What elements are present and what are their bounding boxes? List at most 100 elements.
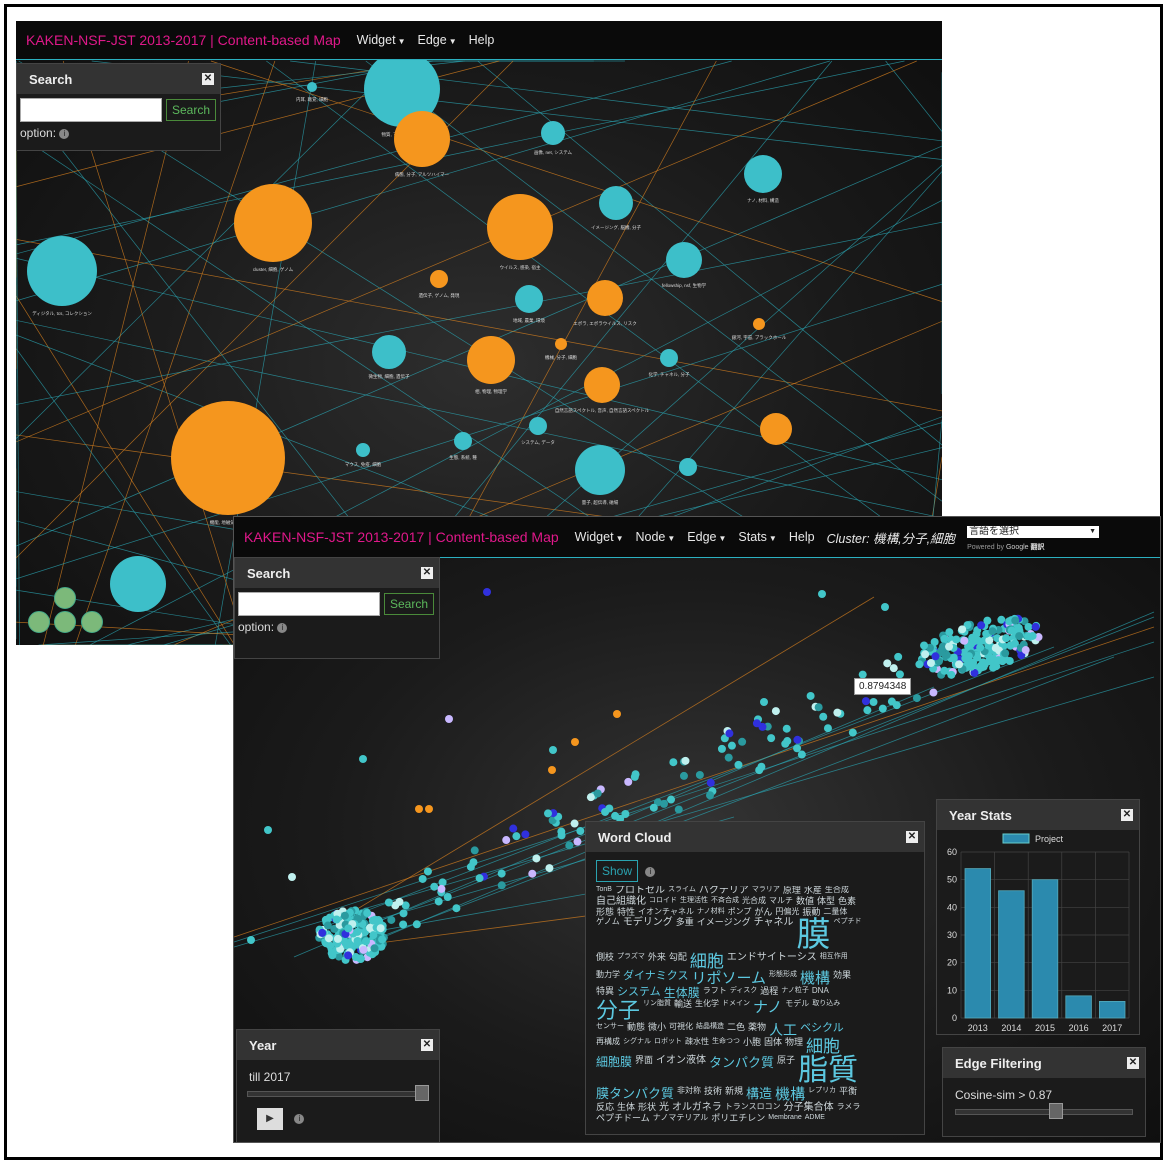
graph-node[interactable] [695,770,704,779]
graph-node[interactable] [502,836,511,845]
graph-node[interactable] [931,652,940,661]
search-button[interactable]: Search [166,99,217,121]
graph-node[interactable] [861,697,870,706]
graph-node[interactable] [757,762,766,771]
pan-up-icon[interactable] [54,587,76,609]
graph-node[interactable] [376,924,385,933]
graph-node[interactable] [878,704,887,713]
graph-node[interactable] [587,280,623,316]
graph-node[interactable] [945,628,954,637]
graph-node[interactable] [883,659,892,668]
graph-node[interactable] [324,934,333,943]
graph-node[interactable] [771,707,780,716]
graph-node[interactable] [332,915,341,924]
graph-node[interactable] [425,805,433,813]
graph-node[interactable] [929,688,938,697]
graph-node[interactable] [781,739,790,748]
graph-node[interactable] [940,666,949,675]
search-button-2[interactable]: Search [384,593,435,615]
graph-node[interactable] [570,819,579,828]
graph-node[interactable] [679,458,697,476]
graph-node[interactable] [920,641,929,650]
graph-node[interactable] [1024,622,1033,631]
graph-node[interactable] [430,270,448,288]
graph-node[interactable] [575,445,625,495]
graph-node[interactable] [430,882,439,891]
graph-node[interactable] [960,636,969,645]
menu-help-2[interactable]: Help [789,530,815,544]
graph-node[interactable] [394,111,450,167]
graph-node[interactable] [555,338,567,350]
graph-node[interactable] [881,603,889,611]
graph-node[interactable] [988,654,997,663]
graph-node[interactable] [674,805,683,814]
graph-node[interactable] [512,832,521,841]
graph-node[interactable] [469,858,478,867]
menu-edge[interactable]: Edge ▼ [417,33,456,47]
menu-edge-2[interactable]: Edge ▼ [687,530,726,544]
graph-node[interactable] [753,318,765,330]
graph-node[interactable] [630,772,639,781]
pan-down-icon[interactable] [54,611,76,633]
graph-node[interactable] [983,616,992,625]
close-icon[interactable]: ✕ [421,567,433,579]
year-slider[interactable] [247,1085,429,1101]
graph-node[interactable] [992,662,1001,671]
graph-node[interactable] [423,867,432,876]
graph-node[interactable] [340,911,349,920]
graph-node[interactable] [529,417,547,435]
graph-node[interactable] [571,738,579,746]
graph-node[interactable] [605,804,614,813]
graph-node[interactable] [613,710,621,718]
bar-2013[interactable] [964,868,992,1019]
menu-node[interactable]: Node ▼ [635,530,675,544]
info-icon[interactable]: i [645,866,656,877]
graph-node[interactable] [318,928,327,937]
graph-node[interactable] [110,556,166,612]
graph-node[interactable] [649,803,658,812]
graph-node[interactable] [797,750,806,759]
graph-node[interactable] [323,921,332,930]
graph-node[interactable] [467,336,515,384]
graph-node[interactable] [369,931,378,940]
close-icon[interactable]: ✕ [421,1039,433,1051]
graph-node[interactable] [483,588,491,596]
graph-node[interactable] [361,937,370,946]
graph-node[interactable] [234,184,312,262]
graph-node[interactable] [991,643,1000,652]
graph-node[interactable] [833,708,842,717]
graph-node[interactable] [359,755,367,763]
graph-node[interactable] [894,652,903,661]
graph-node[interactable] [659,799,668,808]
graph-node[interactable] [264,826,272,834]
graph-node[interactable] [333,934,342,943]
graph-node[interactable] [497,869,506,878]
info-icon[interactable]: i [277,622,288,633]
graph-node[interactable] [706,778,715,787]
bar-2017[interactable] [1098,1000,1126,1019]
graph-node[interactable] [353,936,362,945]
cosine-slider[interactable] [955,1103,1133,1119]
graph-node[interactable] [782,724,791,733]
graph-node[interactable] [307,82,317,92]
graph-node[interactable] [806,691,815,700]
graph-node[interactable] [548,766,556,774]
graph-node[interactable] [565,841,574,850]
graph-node[interactable] [515,285,543,313]
graph-node[interactable] [823,724,832,733]
graph-node[interactable] [752,719,761,728]
graph-node[interactable] [443,893,452,902]
graph-node[interactable] [356,955,365,964]
search-input-2[interactable] [238,592,380,616]
play-icon[interactable]: ▶ [257,1108,283,1130]
graph-node[interactable] [470,846,479,855]
graph-node[interactable] [967,662,976,671]
graph-node[interactable] [863,706,872,715]
graph-node[interactable] [887,697,896,706]
graph-node[interactable] [593,789,602,798]
menu-help[interactable]: Help [469,33,495,47]
close-icon[interactable]: ✕ [1127,1057,1139,1069]
graph-node[interactable] [521,830,530,839]
language-select[interactable]: 言語を選択 ▼ [967,526,1100,538]
graph-node[interactable] [869,697,878,706]
